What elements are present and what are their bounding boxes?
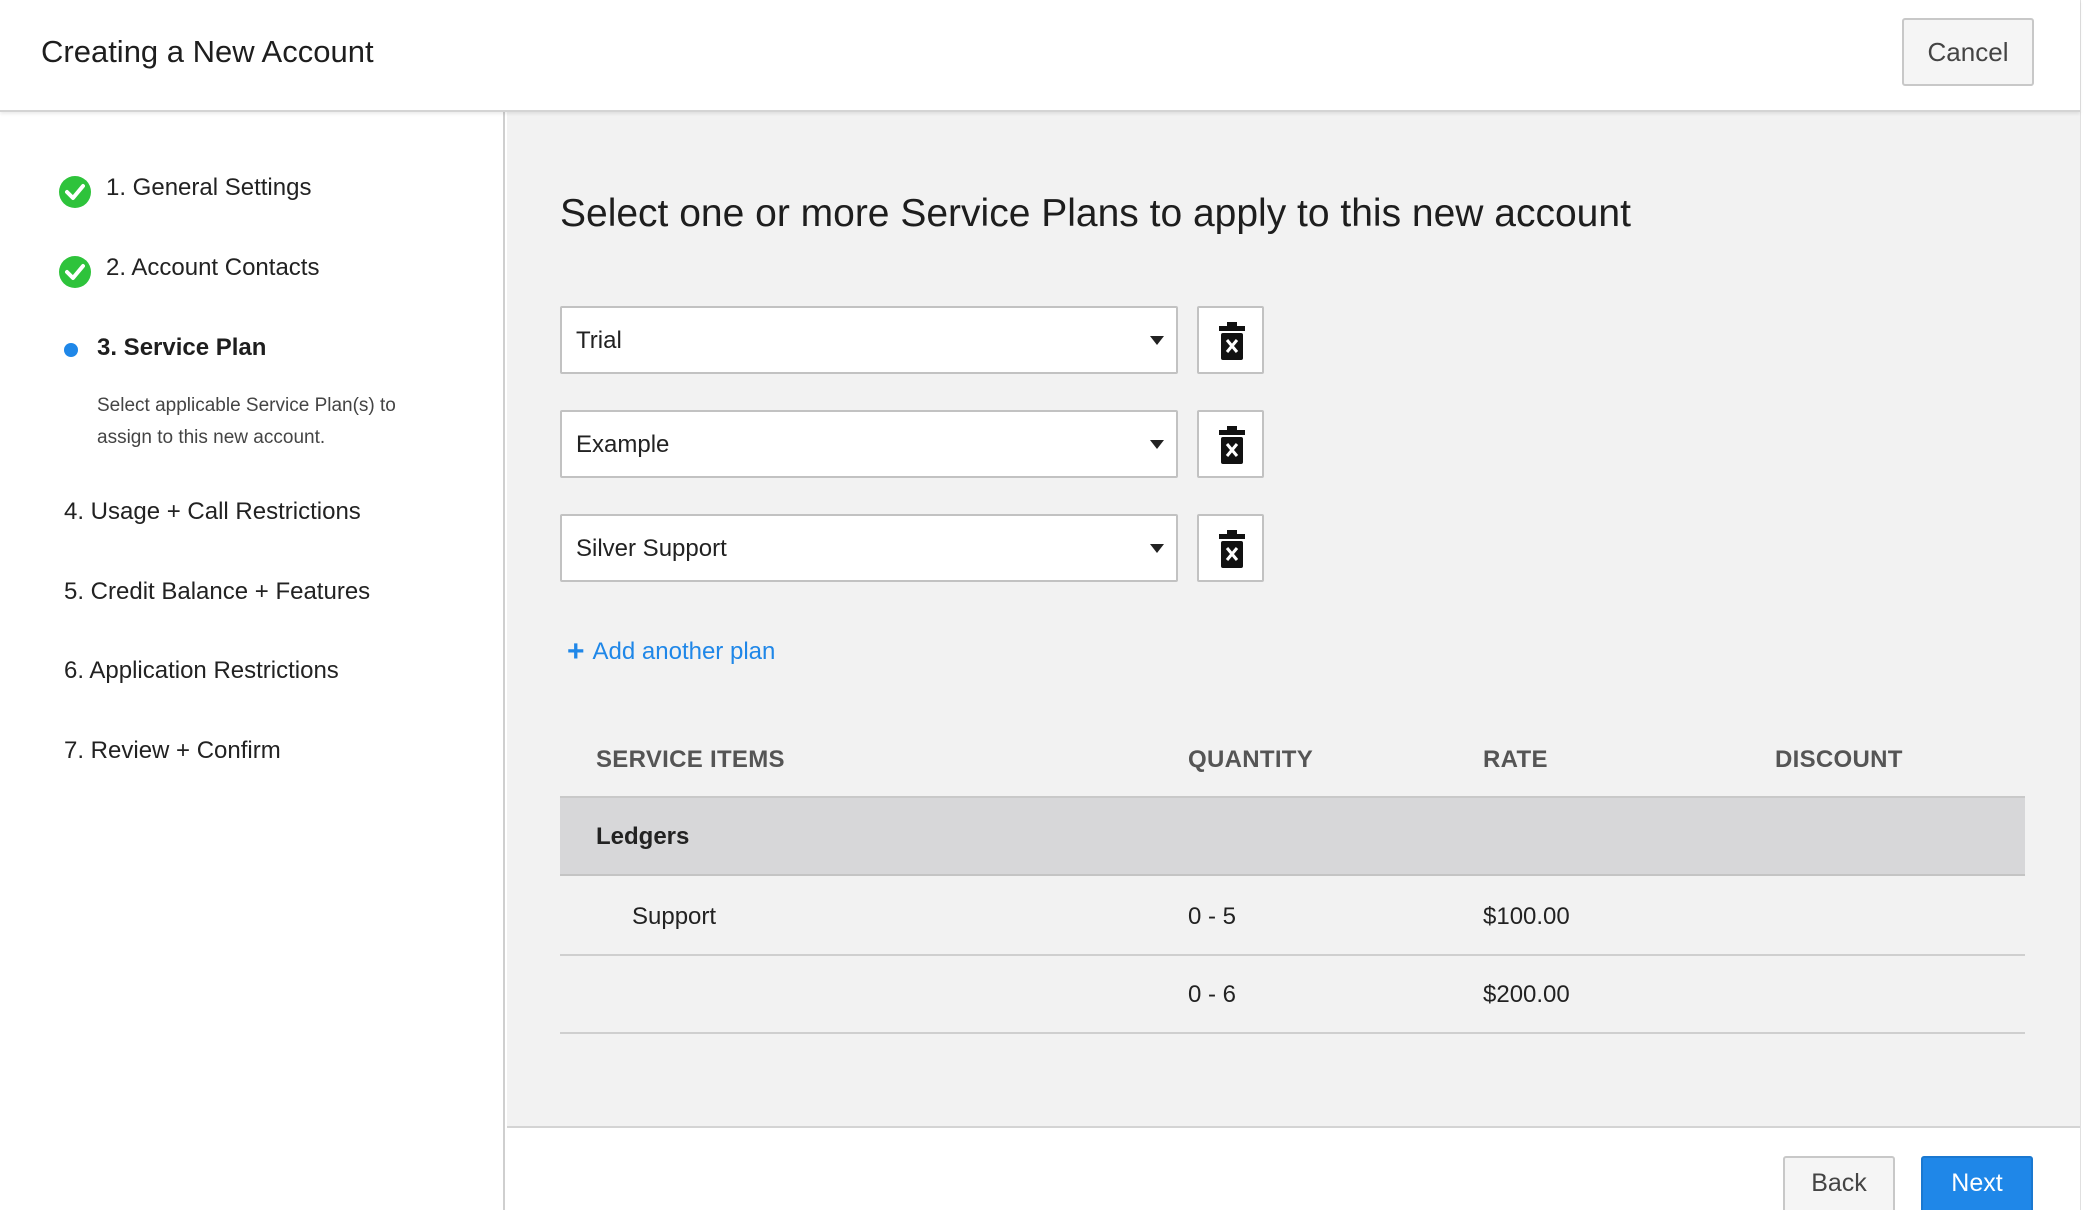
cell-service-item: Support — [632, 903, 717, 930]
table-group-row: Ledgers — [560, 798, 2025, 876]
cell-rate: $100.00 — [1483, 903, 1570, 930]
step-label: 2. Account Contacts — [106, 254, 320, 281]
delete-plan-button-2[interactable] — [1197, 410, 1264, 478]
service-plan-select-3[interactable]: Silver Support — [560, 514, 1178, 582]
step-label: 1. General Settings — [106, 174, 312, 201]
delete-plan-button-1[interactable] — [1197, 306, 1264, 374]
column-header-quantity: QUANTITY — [1188, 746, 1314, 773]
trash-icon — [1219, 426, 1245, 464]
selected-plan-value: Silver Support — [576, 535, 727, 562]
next-button[interactable]: Next — [1921, 1156, 2033, 1210]
page-header: Creating a New Account Cancel — [0, 0, 2080, 112]
wizard-steps-sidebar: 1. General Settings 2. Account Contacts … — [0, 112, 505, 1210]
caret-down-icon — [1150, 544, 1164, 553]
table-row: Support 0 - 5 $100.00 — [560, 878, 2025, 956]
selected-plan-value: Trial — [576, 327, 622, 354]
right-edge-strip — [2080, 0, 2088, 1210]
selected-plan-value: Example — [576, 431, 670, 458]
cell-rate: $200.00 — [1483, 981, 1570, 1008]
step-label: 3. Service Plan — [97, 334, 267, 361]
cell-quantity: 0 - 6 — [1188, 981, 1237, 1008]
step-label: 7. Review + Confirm — [64, 737, 281, 764]
section-heading: Select one or more Service Plans to appl… — [560, 192, 1631, 235]
service-plan-select-1[interactable]: Trial — [560, 306, 1178, 374]
caret-down-icon — [1150, 336, 1164, 345]
column-header-discount: DISCOUNT — [1775, 746, 1903, 773]
step-description: Select applicable Service Plan(s) to ass… — [97, 395, 396, 448]
column-header-rate: RATE — [1483, 746, 1548, 773]
page-title: Creating a New Account — [41, 34, 374, 69]
wizard-footer: Back Next — [507, 1126, 2080, 1210]
service-plan-select-2[interactable]: Example — [560, 410, 1178, 478]
back-button[interactable]: Back — [1783, 1156, 1895, 1210]
trash-icon — [1219, 322, 1245, 360]
step-label: 6. Application Restrictions — [64, 657, 339, 684]
main-content: Select one or more Service Plans to appl… — [507, 112, 2080, 1126]
column-header-service-items: SERVICE ITEMS — [596, 746, 785, 773]
step-label: 5. Credit Balance + Features — [64, 578, 371, 605]
cell-quantity: 0 - 5 — [1188, 903, 1237, 930]
add-another-plan-link[interactable]: + Add another plan — [567, 635, 776, 668]
plus-icon: + — [567, 635, 585, 668]
table-row: 0 - 6 $200.00 — [560, 956, 2025, 1034]
delete-plan-button-3[interactable] — [1197, 514, 1264, 582]
caret-down-icon — [1150, 440, 1164, 449]
trash-icon — [1219, 530, 1245, 568]
step-label: 4. Usage + Call Restrictions — [64, 498, 361, 525]
check-circle-icon — [59, 256, 91, 288]
current-step-dot-icon — [64, 343, 78, 357]
group-label: Ledgers — [596, 823, 690, 850]
check-circle-icon — [59, 176, 91, 208]
cancel-button[interactable]: Cancel — [1902, 18, 2034, 86]
add-plan-label: Add another plan — [592, 638, 776, 665]
